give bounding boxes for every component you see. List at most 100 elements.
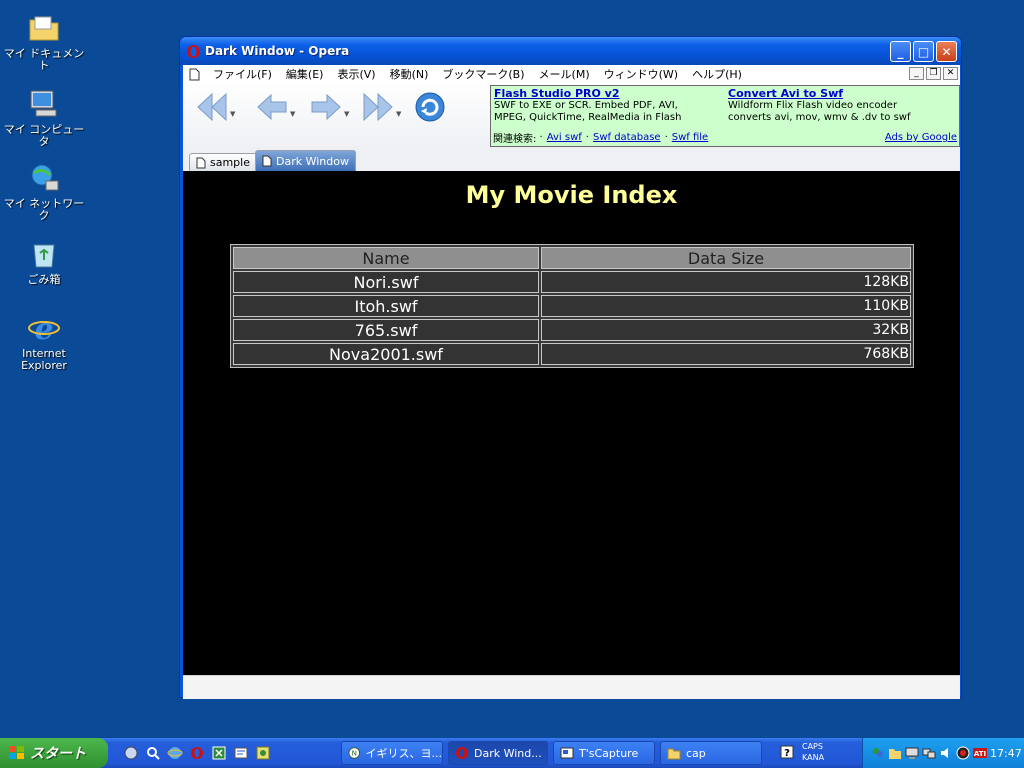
desktop-icon-my-computer[interactable]: マイ コンピュータ	[0, 88, 88, 148]
browser-window: Dark Window - Opera _ □ ✕ ファイル(F) 編集(E) …	[179, 36, 962, 699]
menu-window[interactable]: ウィンドウ(W)	[597, 66, 685, 82]
toolbar: ▼ ▼ ▼ ▼ Flash Studio PRO v2 SWF to EXE o	[183, 83, 960, 149]
desktop-icon-recycle-bin[interactable]: ごみ箱	[0, 238, 88, 286]
rewind-icon	[197, 92, 227, 122]
menu-view[interactable]: 表示(V)	[330, 66, 382, 82]
network-icon	[28, 162, 60, 194]
close-button[interactable]: ✕	[936, 41, 957, 62]
fast-forward-icon	[363, 92, 393, 122]
rewind-button[interactable]: ▼	[195, 89, 235, 125]
tray-folder-icon[interactable]	[888, 746, 902, 760]
ad-flash-studio[interactable]: Flash Studio PRO v2 SWF to EXE or SCR. E…	[494, 88, 726, 124]
system-tray: ATI 17:47	[862, 738, 1024, 768]
svg-text:ATI: ATI	[974, 750, 986, 758]
page-content: My Movie Index Name Data Size Nori.swf 1…	[183, 171, 960, 675]
desktop-icon-label: ごみ箱	[27, 273, 61, 286]
cell-size: 110KB	[541, 295, 911, 317]
menu-file[interactable]: ファイル(F)	[206, 66, 279, 82]
ql-capture-icon[interactable]	[254, 744, 272, 762]
tray-security-icon[interactable]	[956, 746, 970, 760]
desktop-icon-label: マイ コンピュータ	[3, 123, 85, 148]
windows-logo-icon	[9, 746, 24, 759]
tab-dark-window[interactable]: Dark Window	[255, 150, 356, 171]
ad-convert-avi[interactable]: Convert Avi to Swf Wildform Flix Flash v…	[728, 88, 960, 124]
ads-by-google-link[interactable]: Ads by Google	[885, 132, 957, 143]
ql-internet-explorer-icon[interactable]	[166, 744, 184, 762]
desktop-icon-label: Internet Explorer	[21, 347, 67, 372]
related-link-avi-swf[interactable]: Avi swf	[547, 132, 582, 143]
taskbar-item-tscapture[interactable]: T'sCapture	[553, 741, 655, 765]
table-row: 765.swf 32KB	[233, 319, 911, 341]
opera-icon	[456, 747, 468, 759]
ad-text-line: Wildform Flix Flash video encoder	[728, 100, 898, 111]
desktop-icon-my-documents[interactable]: マイ ドキュメント	[0, 12, 88, 72]
ql-editor-icon[interactable]	[232, 744, 250, 762]
tray-network-icon[interactable]	[922, 746, 936, 760]
taskbar-item-cap[interactable]: cap	[660, 741, 762, 765]
start-label: スタート	[30, 746, 86, 762]
task-label: Dark Wind...	[474, 746, 542, 760]
menu-help[interactable]: ヘルプ(H)	[685, 66, 749, 82]
taskbar-item-dark-window[interactable]: Dark Wind...	[448, 741, 548, 765]
caps-indicator: CAPS	[802, 742, 823, 751]
bullet: ·	[585, 132, 589, 143]
minimize-icon: _	[897, 44, 904, 59]
forward-arrow-icon	[311, 93, 341, 121]
opera-icon	[187, 44, 200, 58]
mdi-restore-button[interactable]: ❐	[926, 67, 941, 80]
dropdown-arrow-icon[interactable]: ▼	[396, 110, 401, 118]
tray-ati-icon[interactable]: ATI	[973, 746, 987, 760]
page-title: My Movie Index	[465, 181, 678, 209]
ad-text-line: SWF to EXE or SCR. Embed PDF, AVI,	[494, 100, 678, 111]
ime-status[interactable]: ? CAPS KANA	[780, 741, 858, 765]
svg-text:N: N	[352, 749, 357, 758]
ad-title-link[interactable]: Flash Studio PRO v2	[494, 88, 726, 100]
cell-name: Nori.swf	[233, 271, 539, 293]
fast-forward-button[interactable]: ▼	[361, 89, 401, 125]
dropdown-arrow-icon[interactable]: ▼	[290, 110, 295, 118]
minimize-button[interactable]: _	[890, 41, 911, 62]
start-button[interactable]: スタート	[0, 738, 108, 768]
tray-messenger-icon[interactable]	[871, 746, 885, 760]
menu-mail[interactable]: メール(M)	[532, 66, 597, 82]
ql-search-icon[interactable]	[144, 744, 162, 762]
mdi-close-button[interactable]: ✕	[943, 67, 958, 80]
menu-edit[interactable]: 編集(E)	[279, 66, 331, 82]
menu-navigate[interactable]: 移動(N)	[383, 66, 436, 82]
clock[interactable]: 17:47	[990, 747, 1022, 760]
ad-text-line: MPEG, QuickTime, RealMedia in Flash	[494, 112, 682, 123]
tray-display-icon[interactable]	[905, 746, 919, 760]
ql-settings-icon[interactable]	[122, 744, 140, 762]
back-button[interactable]: ▼	[255, 89, 295, 125]
back-arrow-icon	[257, 93, 287, 121]
related-link-swf-file[interactable]: Swf file	[672, 132, 708, 143]
desktop-icon-my-network[interactable]: マイ ネットワーク	[0, 162, 88, 222]
ql-excel-icon[interactable]	[210, 744, 228, 762]
column-header-data-size: Data Size	[541, 247, 911, 269]
capture-icon	[560, 747, 574, 759]
bullet: ·	[536, 132, 543, 143]
taskbar-item-news[interactable]: N イギリス、ヨ...	[341, 741, 443, 765]
related-link-swf-database[interactable]: Swf database	[593, 132, 661, 143]
cell-size: 32KB	[541, 319, 911, 341]
maximize-button[interactable]: □	[913, 41, 934, 62]
window-titlebar[interactable]: Dark Window - Opera _ □ ✕	[180, 37, 961, 65]
window-client: ファイル(F) 編集(E) 表示(V) 移動(N) ブックマーク(B) メール(…	[183, 65, 960, 699]
table-row: Itoh.swf 110KB	[233, 295, 911, 317]
desktop-icon-internet-explorer[interactable]: e Internet Explorer	[0, 312, 88, 372]
dropdown-arrow-icon[interactable]: ▼	[230, 110, 235, 118]
ad-title-link[interactable]: Convert Avi to Swf	[728, 88, 960, 100]
desktop-icon-label: マイ ネットワーク	[3, 197, 85, 222]
computer-icon	[28, 88, 60, 120]
ql-opera-icon[interactable]	[188, 744, 206, 762]
table-row: Nori.swf 128KB	[233, 271, 911, 293]
forward-button[interactable]: ▼	[309, 89, 349, 125]
mdi-minimize-button[interactable]: _	[909, 67, 924, 80]
menu-bookmarks[interactable]: ブックマーク(B)	[435, 66, 531, 82]
folder-icon	[28, 12, 60, 44]
dropdown-arrow-icon[interactable]: ▼	[344, 110, 349, 118]
reload-button[interactable]	[413, 89, 447, 125]
tab-label: sample	[210, 156, 250, 169]
tab-sample[interactable]: sample	[189, 153, 257, 171]
tray-volume-icon[interactable]	[939, 746, 953, 760]
